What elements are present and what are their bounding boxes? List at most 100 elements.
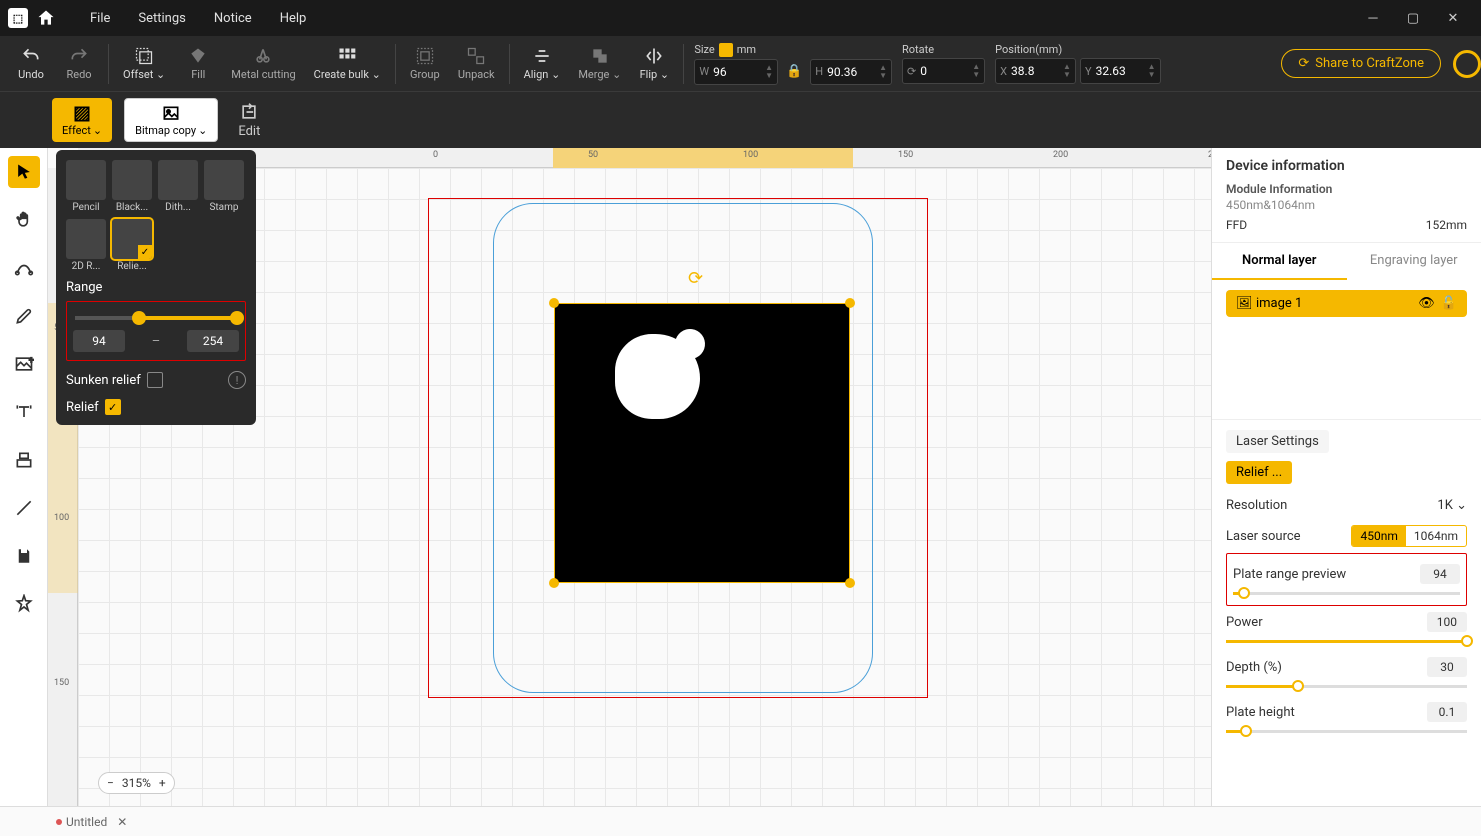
image-tool[interactable]: + — [8, 348, 40, 380]
zoom-value: 315% — [122, 776, 151, 790]
resize-handle-tr[interactable] — [845, 298, 855, 308]
laser-source-toggle[interactable]: 450nm 1064nm — [1351, 525, 1467, 547]
relief-chip[interactable]: Relief ... — [1226, 461, 1292, 484]
position-label: Position(mm) — [995, 43, 1160, 56]
group-icon — [415, 46, 435, 66]
share-button[interactable]: ⟳ Share to CraftZone — [1281, 49, 1441, 78]
edit-button[interactable]: Edit — [230, 98, 268, 143]
x-input[interactable]: X▲▼ — [995, 58, 1076, 84]
effect-button[interactable]: Effect ⌄ — [52, 98, 112, 142]
undo-icon — [21, 46, 41, 66]
range-thumb-hi[interactable] — [230, 311, 244, 325]
effect-thumb-black[interactable] — [112, 160, 152, 200]
depth-slider[interactable] — [1226, 685, 1467, 688]
sunken-relief-checkbox[interactable] — [147, 372, 163, 388]
warning-icon[interactable]: ! — [228, 371, 246, 389]
align-icon — [532, 46, 552, 66]
range-label: Range — [66, 280, 246, 295]
effect-thumb-dither[interactable] — [158, 160, 198, 200]
line-tool[interactable] — [8, 492, 40, 524]
undo-button[interactable]: Undo — [8, 42, 54, 85]
lock-layer-icon[interactable]: 🔓 — [1441, 296, 1457, 311]
save-tool[interactable] — [8, 540, 40, 572]
rotate-handle-icon[interactable]: ⟳ — [688, 268, 703, 289]
merge-icon — [590, 46, 610, 66]
lock-icon[interactable]: 🔒 — [782, 64, 806, 79]
tab-normal-layer[interactable]: Normal layer — [1212, 243, 1347, 280]
visibility-icon[interactable]: 👁 — [1418, 296, 1435, 311]
edit-icon — [239, 102, 259, 122]
layer-name: image 1 — [1256, 296, 1302, 311]
y-input[interactable]: Y▲▼ — [1080, 58, 1161, 84]
menu-notice[interactable]: Notice — [200, 11, 266, 26]
shape-tool[interactable] — [8, 444, 40, 476]
home-icon[interactable] — [36, 8, 56, 28]
layer-item[interactable]: 🖼 image 1 👁 🔓 — [1226, 290, 1467, 317]
bitmap-object[interactable] — [554, 303, 850, 583]
hand-tool[interactable] — [8, 204, 40, 236]
rotate-input[interactable]: ⟳▲▼ — [902, 58, 985, 84]
close-tab-icon[interactable]: ✕ — [117, 815, 127, 829]
range-input-lo[interactable] — [73, 330, 125, 352]
unpack-button[interactable]: Unpack — [450, 42, 503, 85]
tab-engraving-layer[interactable]: Engraving layer — [1347, 243, 1481, 280]
offset-button[interactable]: Offset ⌄ — [115, 42, 173, 85]
resize-handle-br[interactable] — [845, 578, 855, 588]
image-icon: 🖼 — [1236, 296, 1250, 311]
width-input[interactable]: W▲▼ — [694, 59, 778, 85]
rotate-label: Rotate — [902, 43, 985, 56]
module-info-label: Module Information — [1226, 182, 1467, 196]
zoom-control[interactable]: − 315% + — [98, 772, 175, 794]
merge-button[interactable]: Merge ⌄ — [570, 42, 629, 85]
offset-icon — [134, 46, 154, 66]
fill-button[interactable]: Fill — [175, 42, 221, 85]
pen-tool[interactable] — [8, 300, 40, 332]
effect-thumb-stamp[interactable] — [204, 160, 244, 200]
window-close[interactable]: ✕ — [1433, 3, 1473, 33]
menu-help[interactable]: Help — [266, 11, 321, 26]
range-thumb-lo[interactable] — [132, 311, 146, 325]
effect-thumb-pencil[interactable] — [66, 160, 106, 200]
plate-height-label: Plate height — [1226, 705, 1295, 720]
range-slider[interactable] — [75, 316, 237, 320]
createbulk-button[interactable]: Create bulk ⌄ — [306, 42, 389, 85]
star-tool[interactable] — [8, 588, 40, 620]
sunken-relief-label: Sunken relief — [66, 373, 141, 388]
align-button[interactable]: Align ⌄ — [516, 42, 569, 85]
resolution-select[interactable]: 1K ⌄ — [1437, 498, 1467, 513]
menu-file[interactable]: File — [76, 11, 124, 26]
text-tool[interactable] — [8, 396, 40, 428]
effect-thumb-relief[interactable] — [112, 219, 152, 259]
window-maximize[interactable]: ▢ — [1393, 3, 1433, 33]
depth-value: 30 — [1427, 657, 1467, 677]
power-slider[interactable] — [1226, 640, 1467, 643]
bitmap-copy-button[interactable]: Bitmap copy ⌄ — [124, 98, 218, 142]
share-icon: ⟳ — [1298, 56, 1309, 71]
effect-popup: Pencil Black... Dith... Stamp 2D R... Re… — [56, 150, 256, 425]
height-input[interactable]: H▲▼ — [810, 59, 892, 85]
effect-thumb-2d[interactable] — [66, 219, 106, 259]
plate-height-slider[interactable] — [1226, 730, 1467, 733]
metalcut-button[interactable]: Metal cutting — [223, 42, 303, 85]
curve-tool[interactable] — [8, 252, 40, 284]
plate-preview-slider[interactable] — [1233, 592, 1460, 595]
redo-button[interactable]: Redo — [56, 42, 102, 85]
resize-handle-tl[interactable] — [549, 298, 559, 308]
menu-settings[interactable]: Settings — [124, 11, 199, 26]
zoom-out-icon[interactable]: − — [107, 776, 114, 790]
zoom-in-icon[interactable]: + — [159, 776, 166, 790]
resize-handle-bl[interactable] — [549, 578, 559, 588]
window-minimize[interactable]: ─ — [1353, 3, 1393, 33]
svg-text:+: + — [29, 355, 34, 365]
group-button[interactable]: Group — [402, 42, 448, 85]
unpack-icon — [466, 46, 486, 66]
laser-source-label: Laser source — [1226, 529, 1301, 544]
range-input-hi[interactable] — [187, 330, 239, 352]
bitmap-icon — [161, 104, 181, 122]
select-tool[interactable] — [8, 156, 40, 188]
laser-settings-chip[interactable]: Laser Settings — [1226, 430, 1329, 453]
relief-checkbox[interactable]: ✓ — [105, 399, 121, 415]
redo-icon — [69, 46, 89, 66]
flip-button[interactable]: Flip ⌄ — [631, 42, 677, 85]
document-tab[interactable]: Untitled ✕ — [56, 815, 127, 829]
